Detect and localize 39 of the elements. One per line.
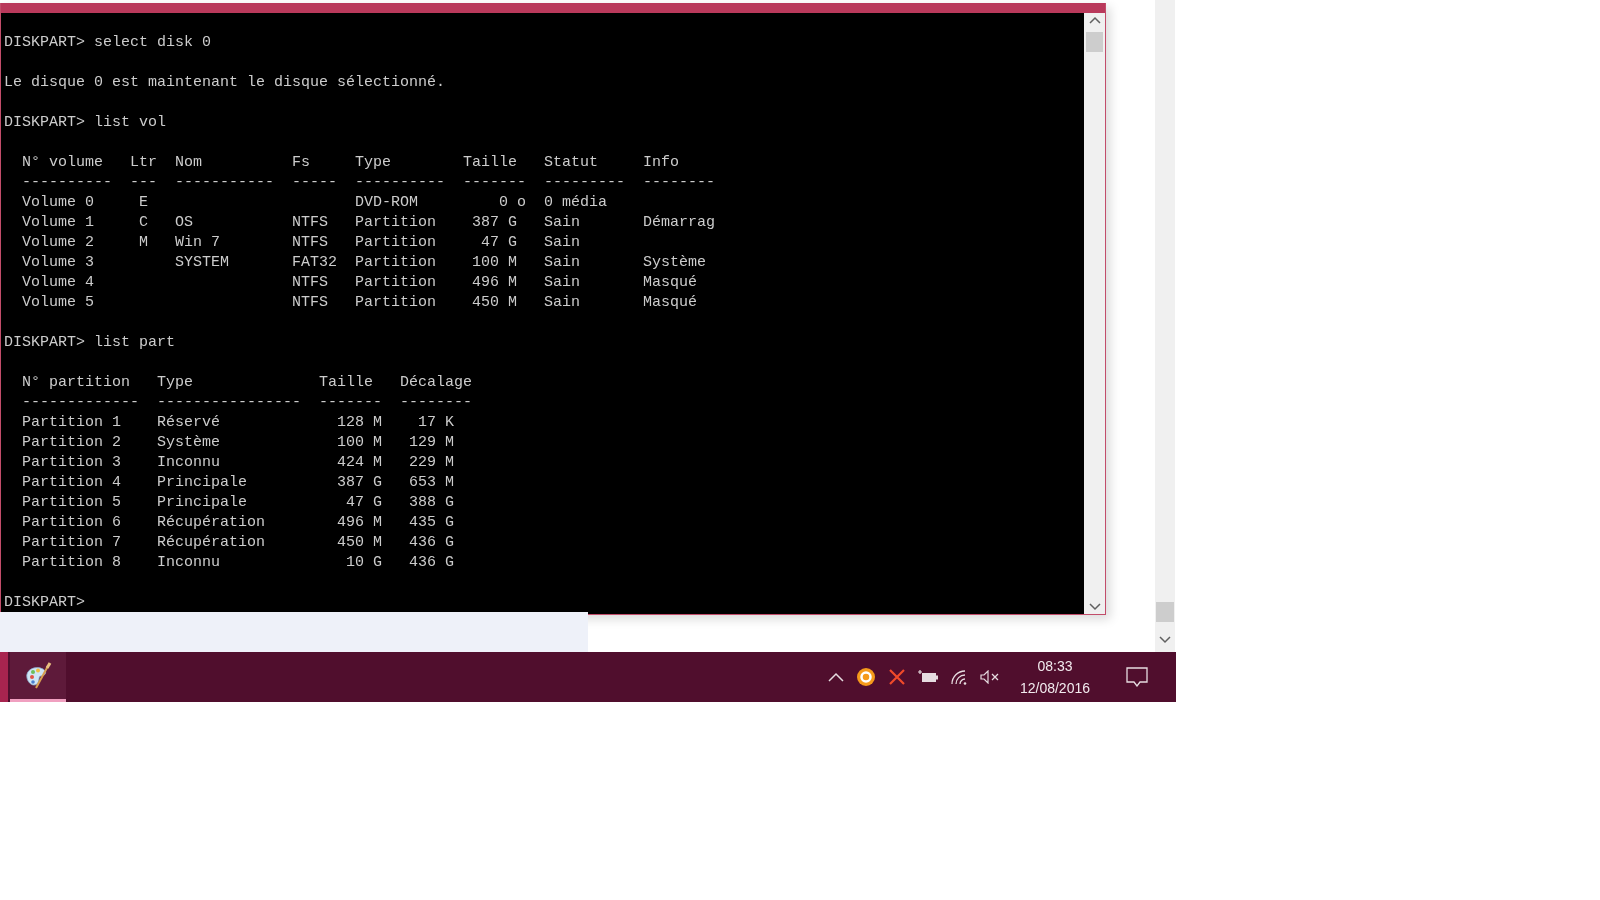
paint-palette-icon — [23, 661, 53, 690]
chevron-up-icon[interactable] — [827, 672, 844, 682]
scrollbar-thumb[interactable] — [1086, 32, 1103, 52]
console-line: Partition 7 Récupération 450 M 436 G — [21, 533, 456, 553]
scrollbar[interactable] — [1084, 13, 1105, 614]
wifi-icon[interactable] — [949, 669, 968, 685]
console-line: Partition 5 Principale 47 G 388 G — [21, 493, 456, 513]
x-mark-icon[interactable] — [887, 668, 906, 686]
console-line: Volume 1 C OS NTFS Partition 387 G Sain Démarrag — [21, 213, 717, 233]
console-line: Partition 4 Principale 387 G 653 M — [21, 473, 456, 493]
console-line: DISKPART> list part — [4, 333, 177, 353]
console-line: N° volume Ltr Nom Fs Type Taille Statut Info — [21, 153, 681, 173]
console-line: N° partition Type Taille Décalage — [21, 373, 474, 393]
console-line: DISKPART> list vol — [4, 113, 168, 133]
console-line: ---------- --- ----------- ----- ---------- ------- --------- -------- — [21, 173, 717, 193]
page-scrollbar[interactable] — [1155, 0, 1175, 652]
console-line: Volume 5 NTFS Partition 450 M Sain Masqué — [21, 293, 699, 313]
clock-date: 12/08/2016 — [1019, 679, 1090, 698]
clock-time: 08:33 — [1037, 657, 1073, 676]
console-line: Le disque 0 est maintenant le disque sélectionné. — [4, 73, 447, 93]
notification-icon[interactable] — [1126, 667, 1148, 687]
scrollbar-thumb[interactable] — [1156, 602, 1174, 622]
console-line: DISKPART> select disk 0 — [4, 33, 213, 53]
taskbar-app[interactable] — [10, 652, 66, 702]
battery-icon[interactable] — [917, 670, 938, 684]
console-line: Partition 8 Inconnu 10 G 436 G — [21, 553, 456, 573]
console-line: Volume 0 E DVD-ROM 0 o 0 média — [21, 193, 609, 213]
console-line: Volume 2 M Win 7 NTFS Partition 47 G Sain — [21, 233, 582, 253]
console-line: Volume 3 SYSTEM FAT32 Partition 100 M Sain Système — [21, 253, 708, 273]
console-line: DISKPART> — [4, 593, 86, 613]
console-line: Partition 3 Inconnu 424 M 229 M — [21, 453, 456, 473]
speaker-muted-icon[interactable] — [979, 670, 1000, 684]
console-line: ------------- ---------------- ------- -------- — [21, 393, 474, 413]
console-line: Partition 2 Système 100 M 129 M — [21, 433, 456, 453]
clock[interactable]: 08:33 12/08/2016 — [1011, 655, 1098, 699]
console-line: Partition 1 Réservé 128 M 17 K — [21, 413, 456, 433]
ring-app-icon[interactable] — [855, 667, 876, 687]
console-line: Volume 4 NTFS Partition 496 M Sain Masqué — [21, 273, 699, 293]
console-line: Partition 6 Récupération 496 M 435 G — [21, 513, 456, 533]
